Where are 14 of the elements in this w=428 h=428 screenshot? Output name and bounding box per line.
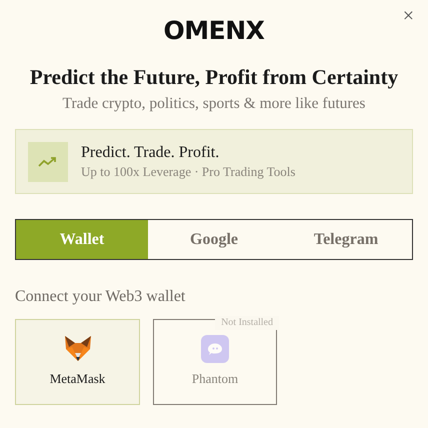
- fox-icon: [62, 335, 92, 364]
- not-installed-badge: Not Installed: [215, 316, 279, 330]
- login-tab[interactable]: Wallet: [16, 220, 148, 259]
- wallet-option[interactable]: Not Installed Phantom: [153, 319, 277, 405]
- trend-up-icon: [28, 142, 68, 182]
- section-label: Connect your Web3 wallet: [15, 288, 186, 305]
- wallet-option[interactable]: MetaMask: [15, 319, 140, 405]
- banner-title: Predict. Trade. Profit.: [81, 143, 220, 163]
- subtitle: Trade crypto, politics, sports & more like futures: [62, 94, 366, 114]
- logo: OMENX: [164, 16, 264, 46]
- chat-bubble-icon: [201, 335, 229, 364]
- headline: Predict the Future, Profit from Certainty: [30, 64, 398, 90]
- close-button[interactable]: ×: [398, 6, 418, 26]
- banner-subtitle: Up to 100x Leverage · Pro Trading Tools: [81, 163, 296, 180]
